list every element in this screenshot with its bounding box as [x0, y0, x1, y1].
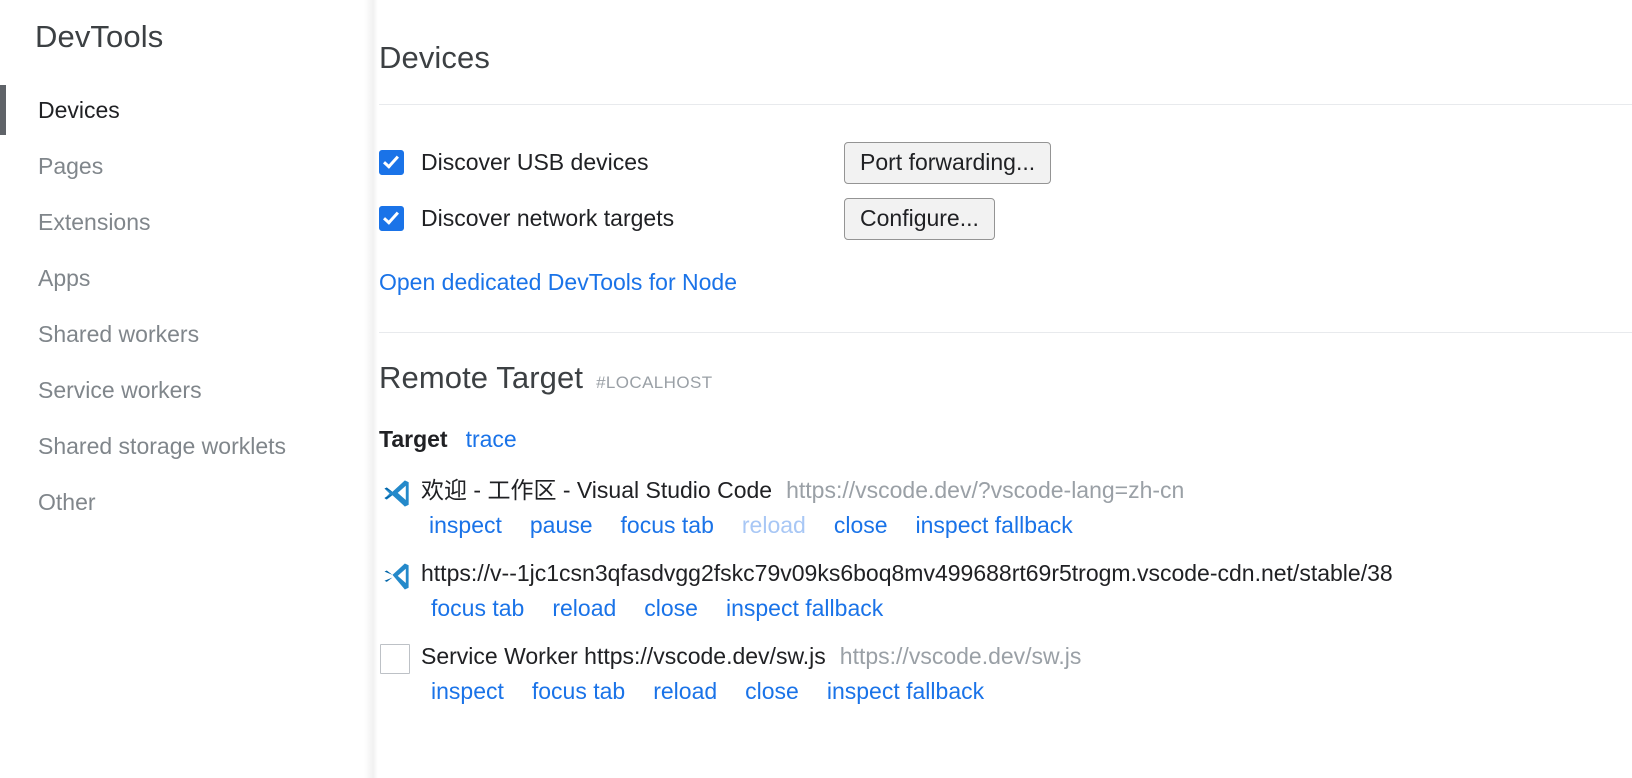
open-dedicated-devtools-for-node-link[interactable]: Open dedicated DevTools for Node	[379, 269, 737, 296]
target-title-line: Service Worker https://vscode.dev/sw.js …	[421, 641, 1632, 671]
close-action[interactable]: close	[644, 593, 698, 623]
main-content: Devices Discover USB devices Port forwar…	[378, 0, 1632, 778]
remote-target-host: #LOCALHOST	[596, 372, 713, 392]
target-row: 欢迎 - 工作区 - Visual Studio Code https://vs…	[379, 475, 1632, 540]
reload-action: reload	[741, 511, 806, 538]
inspect-fallback-action[interactable]: inspect fallback	[827, 676, 984, 706]
vscode-icon	[379, 561, 411, 591]
sidebar-item-label: Devices	[38, 96, 120, 123]
sidebar-item-label: Other	[38, 488, 96, 515]
discover-usb-devices-checkbox[interactable]: Discover USB devices	[379, 149, 844, 176]
target-label: Target	[379, 425, 448, 452]
discover-usb-row: Discover USB devices Port forwarding...	[379, 135, 1632, 191]
sidebar-item-label: Extensions	[38, 208, 151, 235]
target-name: Service Worker https://vscode.dev/sw.js	[421, 642, 826, 669]
target-row: https://v--1jc1csn3qfasdvgg2fskc79v09ks6…	[379, 558, 1632, 623]
close-action[interactable]: close	[834, 510, 888, 540]
inspect-action[interactable]: inspect	[429, 510, 502, 540]
sidebar-item-other[interactable]: Other	[0, 474, 378, 530]
close-action[interactable]: close	[745, 676, 799, 706]
sidebar-item-label: Pages	[38, 152, 104, 179]
port-forwarding-button[interactable]: Port forwarding...	[844, 141, 1052, 184]
vscode-icon	[379, 478, 411, 508]
target-row: Service Worker https://vscode.dev/sw.js …	[379, 641, 1632, 706]
inspect-fallback-action[interactable]: inspect fallback	[916, 510, 1073, 540]
discover-network-targets-checkbox[interactable]: Discover network targets	[379, 205, 844, 232]
pause-action[interactable]: pause	[530, 510, 593, 540]
discover-network-targets-label: Discover network targets	[421, 205, 675, 232]
inspect-fallback-action[interactable]: inspect fallback	[726, 593, 883, 623]
focus-tab-action[interactable]: focus tab	[431, 593, 524, 623]
discover-usb-devices-label: Discover USB devices	[421, 149, 649, 176]
remote-target-title: Remote Target	[379, 359, 584, 395]
remote-target-header: Remote Target #LOCALHOST	[379, 333, 1632, 396]
inspect-action[interactable]: inspect	[431, 676, 504, 706]
devtools-inspect-page: DevTools Devices Pages Extensions Apps S…	[0, 0, 1632, 778]
target-title-line: https://v--1jc1csn3qfasdvgg2fskc79v09ks6…	[421, 558, 1632, 588]
target-actions: focus tab reload close inspect fallback	[421, 593, 1632, 623]
sidebar-item-extensions[interactable]: Extensions	[0, 194, 378, 250]
target-body: 欢迎 - 工作区 - Visual Studio Code https://vs…	[421, 475, 1632, 540]
trace-link[interactable]: trace	[466, 426, 517, 453]
blank-favicon-icon	[379, 643, 411, 674]
sidebar: DevTools Devices Pages Extensions Apps S…	[0, 0, 378, 778]
sidebar-item-label: Service workers	[38, 376, 202, 403]
target-name: https://v--1jc1csn3qfasdvgg2fskc79v09ks6…	[421, 559, 1393, 586]
target-actions: inspect focus tab reload close inspect f…	[421, 676, 1632, 706]
target-header-row: Target trace	[379, 396, 1632, 453]
sidebar-item-pages[interactable]: Pages	[0, 138, 378, 194]
sidebar-title: DevTools	[35, 19, 164, 54]
sidebar-item-service-workers[interactable]: Service workers	[0, 362, 378, 418]
discovery-section: Discover USB devices Port forwarding... …	[379, 105, 1632, 296]
sidebar-item-label: Shared storage worklets	[38, 432, 287, 459]
sidebar-item-shared-storage-worklets[interactable]: Shared storage worklets	[0, 418, 378, 474]
reload-action[interactable]: reload	[552, 593, 616, 623]
configure-button[interactable]: Configure...	[844, 197, 995, 240]
sidebar-item-apps[interactable]: Apps	[0, 250, 378, 306]
discover-network-row: Discover network targets Configure...	[379, 191, 1632, 247]
checkbox-checked-icon	[379, 150, 404, 176]
target-url: https://vscode.dev/?vscode-lang=zh-cn	[786, 476, 1185, 503]
checkbox-checked-icon	[379, 206, 404, 232]
target-url: https://vscode.dev/sw.js	[839, 642, 1082, 669]
target-body: https://v--1jc1csn3qfasdvgg2fskc79v09ks6…	[421, 558, 1632, 623]
target-title-line: 欢迎 - 工作区 - Visual Studio Code https://vs…	[421, 475, 1632, 505]
remote-target-section: Remote Target #LOCALHOST Target trace 欢迎…	[379, 333, 1632, 706]
focus-tab-action[interactable]: focus tab	[621, 510, 714, 540]
focus-tab-action[interactable]: focus tab	[532, 676, 625, 706]
target-body: Service Worker https://vscode.dev/sw.js …	[421, 641, 1632, 706]
sidebar-item-label: Shared workers	[38, 320, 200, 347]
page-title: Devices	[379, 39, 490, 75]
reload-action[interactable]: reload	[653, 676, 717, 706]
sidebar-item-shared-workers[interactable]: Shared workers	[0, 306, 378, 362]
sidebar-nav-list: Devices Pages Extensions Apps Shared wor…	[0, 82, 378, 530]
target-list: 欢迎 - 工作区 - Visual Studio Code https://vs…	[379, 453, 1632, 706]
sidebar-item-devices[interactable]: Devices	[0, 82, 378, 138]
sidebar-item-label: Apps	[38, 264, 91, 291]
target-actions: inspect pause focus tab reload close ins…	[421, 510, 1632, 540]
target-name: 欢迎 - 工作区 - Visual Studio Code	[421, 476, 773, 503]
